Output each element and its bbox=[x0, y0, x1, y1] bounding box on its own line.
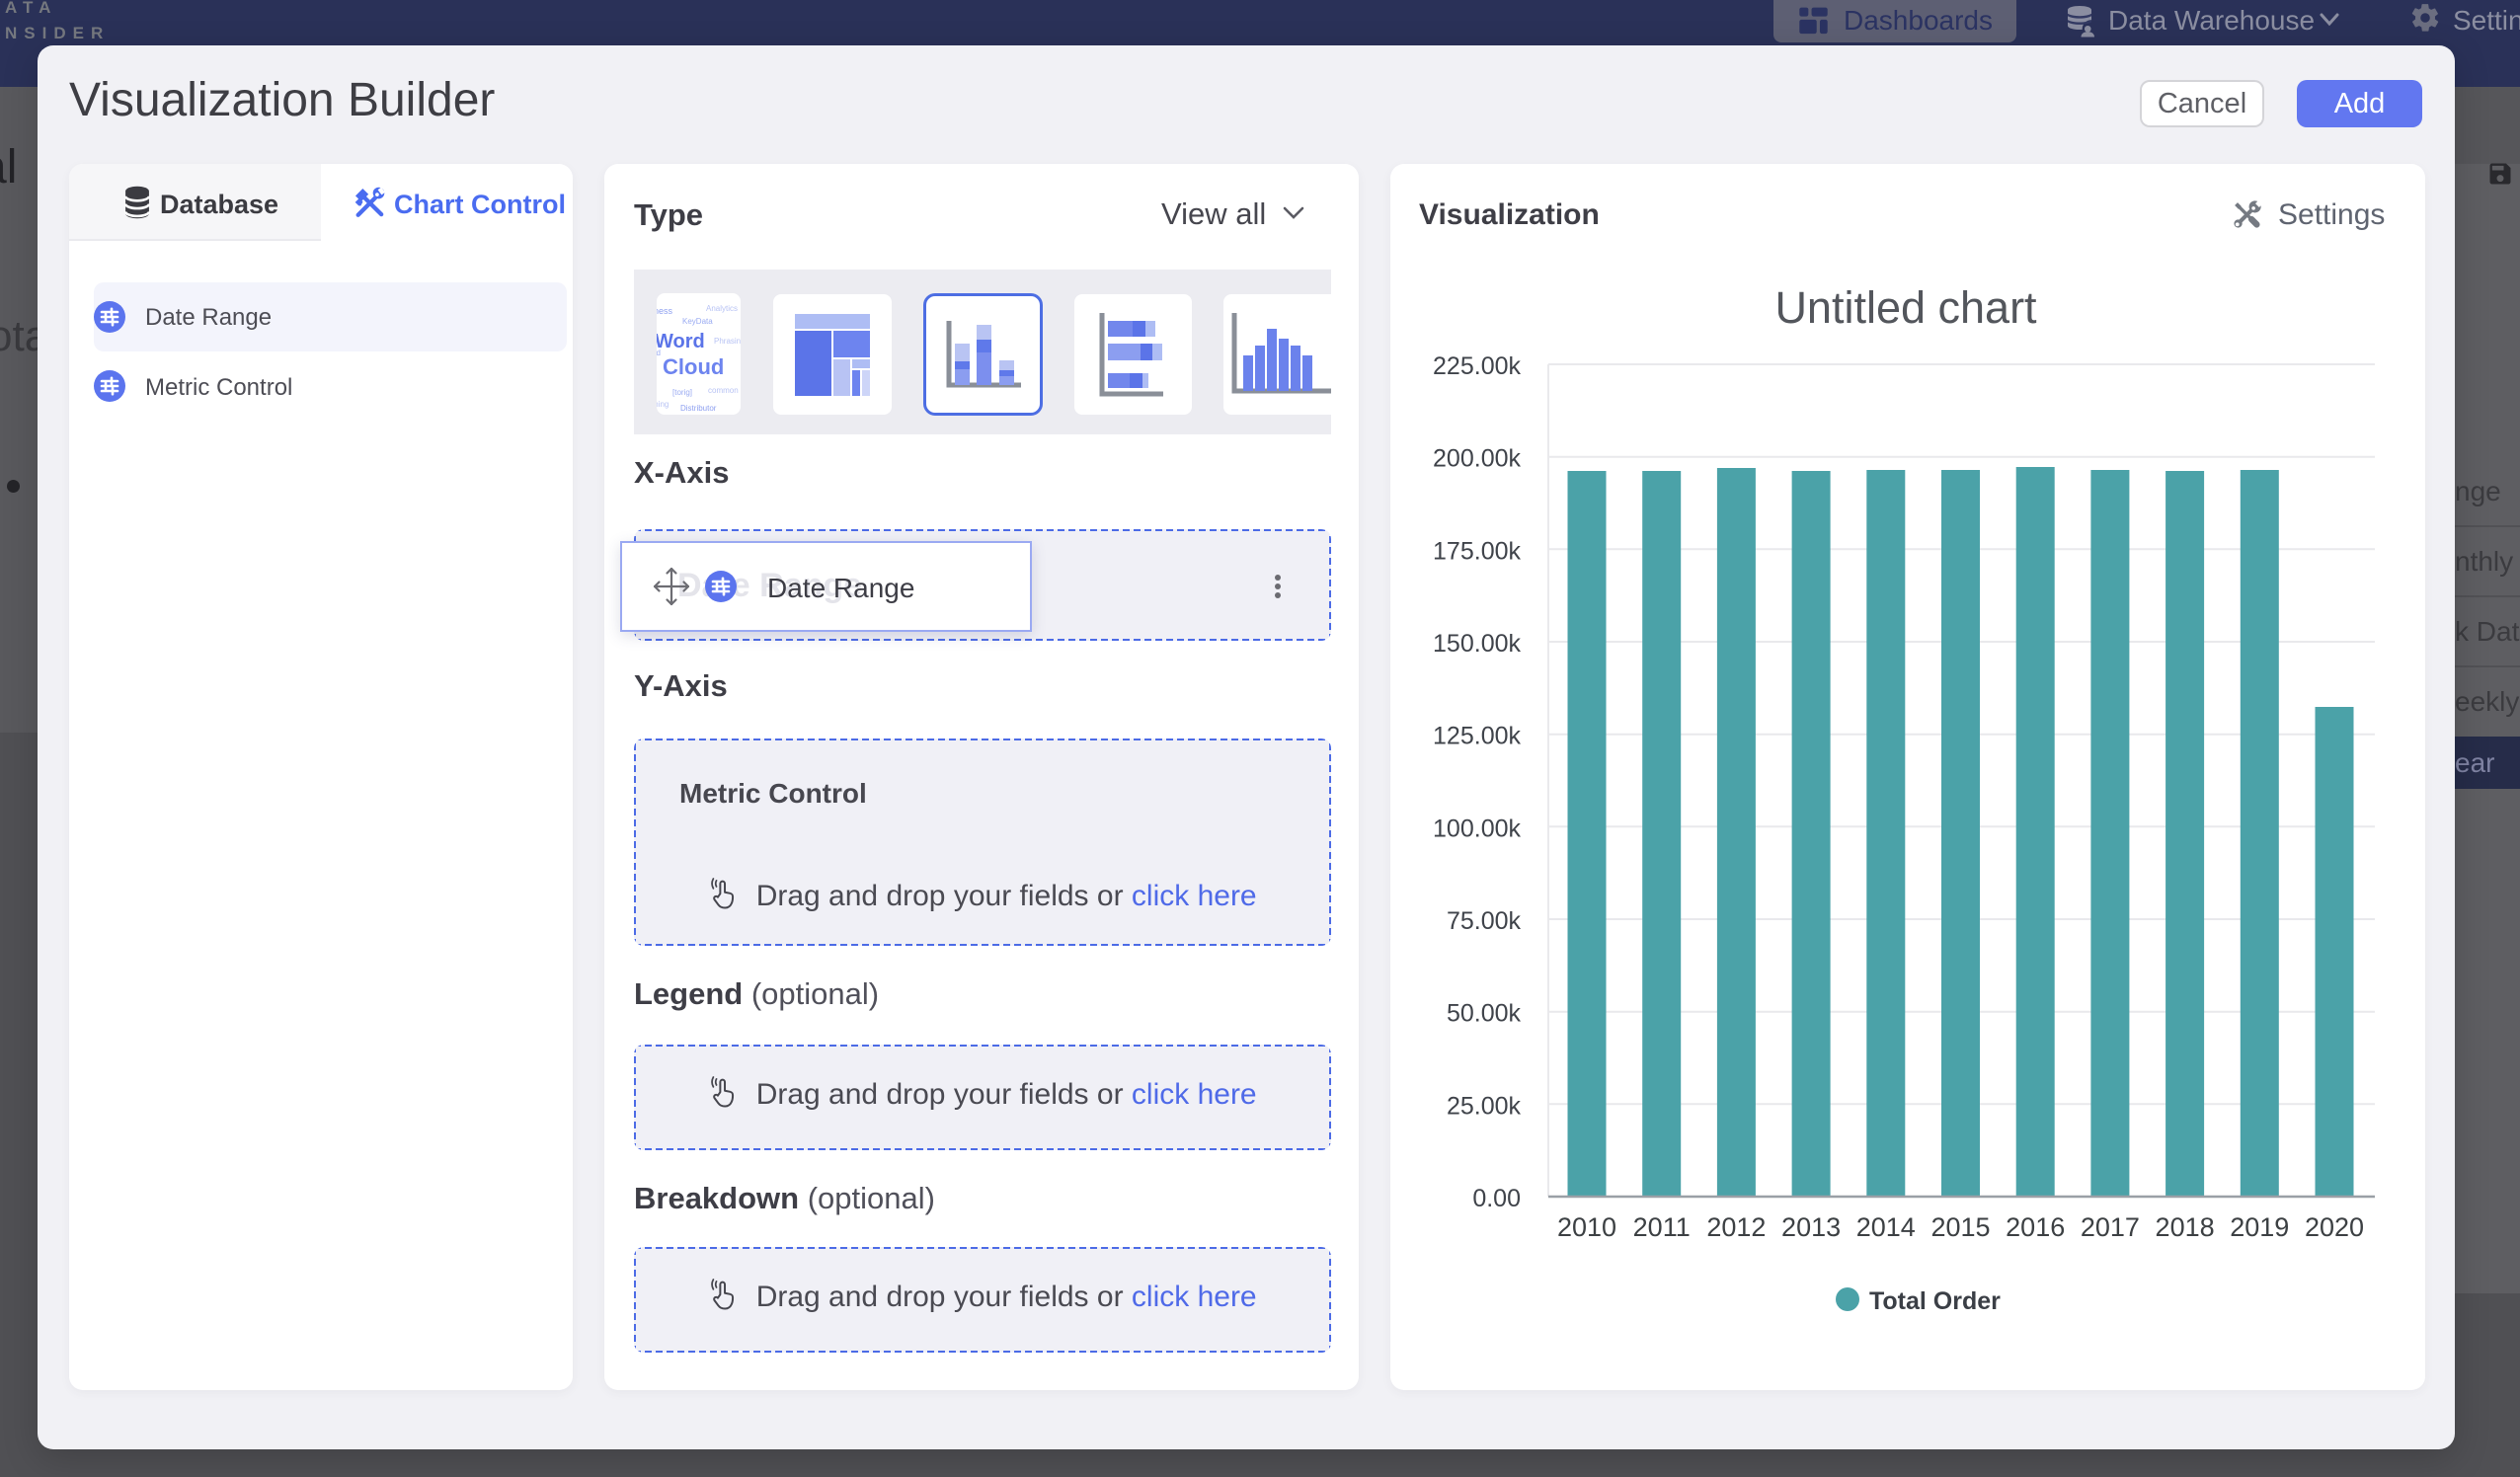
svg-text:2018: 2018 bbox=[2156, 1212, 2215, 1242]
svg-text:2020: 2020 bbox=[2305, 1212, 2364, 1242]
svg-text:150.00k: 150.00k bbox=[1433, 630, 1521, 658]
svg-text:2013: 2013 bbox=[1781, 1212, 1841, 1242]
svg-text:100.00k: 100.00k bbox=[1433, 815, 1521, 842]
svg-text:2011: 2011 bbox=[1633, 1212, 1691, 1242]
svg-text:2010: 2010 bbox=[1557, 1212, 1616, 1242]
svg-text:75.00k: 75.00k bbox=[1447, 907, 1522, 935]
svg-text:2014: 2014 bbox=[1856, 1212, 1916, 1242]
svg-text:2015: 2015 bbox=[1930, 1212, 1990, 1242]
svg-text:2012: 2012 bbox=[1706, 1212, 1766, 1242]
svg-text:Total Order: Total Order bbox=[1869, 1287, 2001, 1315]
svg-text:2017: 2017 bbox=[2081, 1212, 2140, 1242]
svg-text:2016: 2016 bbox=[2006, 1212, 2065, 1242]
svg-text:Untitled chart: Untitled chart bbox=[1774, 282, 2037, 333]
svg-text:25.00k: 25.00k bbox=[1447, 1092, 1522, 1120]
svg-text:225.00k: 225.00k bbox=[1433, 352, 1521, 380]
svg-text:200.00k: 200.00k bbox=[1433, 445, 1521, 473]
svg-text:2019: 2019 bbox=[2230, 1212, 2289, 1242]
svg-text:50.00k: 50.00k bbox=[1447, 1000, 1522, 1028]
svg-text:175.00k: 175.00k bbox=[1433, 537, 1521, 565]
svg-text:0.00: 0.00 bbox=[1472, 1185, 1521, 1212]
svg-text:125.00k: 125.00k bbox=[1433, 723, 1521, 750]
